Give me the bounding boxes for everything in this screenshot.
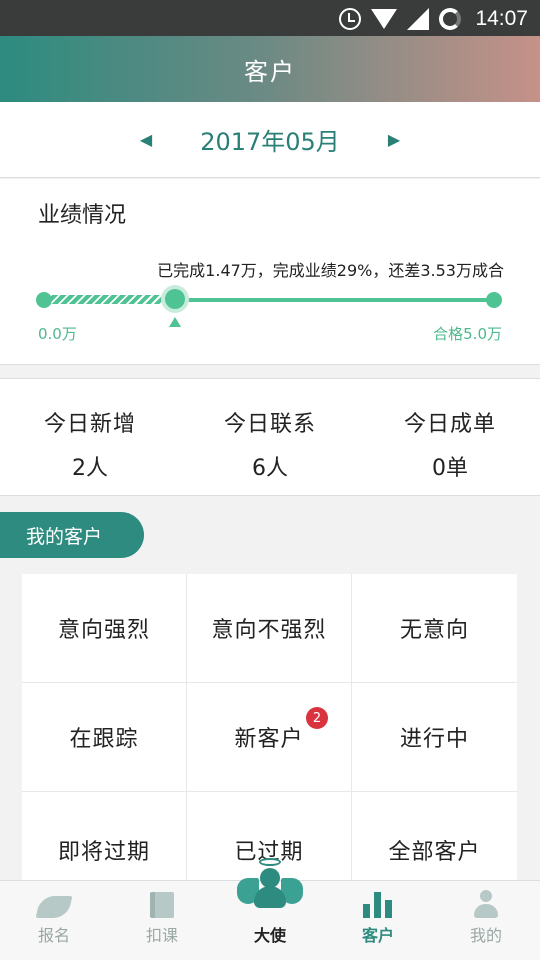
category-label: 在跟踪	[69, 727, 139, 752]
page-title: 客户	[244, 57, 296, 86]
customer-category-grid: 意向强烈 意向不强烈 无意向 在跟踪 新客户 2 进行中 即将过期 已过期 全部客…	[22, 574, 517, 880]
new-count-badge: 2	[306, 707, 328, 729]
category-tracking[interactable]: 在跟踪	[22, 683, 187, 792]
my-customers-label: 我的客户	[0, 512, 144, 558]
nav-label: 扣课	[145, 926, 178, 945]
nav-mine[interactable]: 我的	[432, 881, 540, 960]
nav-customers[interactable]: 客户	[324, 881, 432, 960]
stat-label: 今日成单	[403, 412, 496, 437]
category-weak-intent[interactable]: 意向不强烈	[187, 574, 352, 683]
category-expiring[interactable]: 即将过期	[22, 792, 187, 880]
category-no-intent[interactable]: 无意向	[352, 574, 517, 683]
category-label: 无意向	[399, 618, 469, 643]
book-icon	[150, 892, 174, 918]
feather-icon	[35, 896, 73, 918]
prev-month-button[interactable]: ◀	[116, 130, 176, 149]
nav-signup[interactable]: 报名	[0, 881, 108, 960]
today-contact[interactable]: 今日联系 6人	[180, 379, 360, 495]
nav-label: 报名	[37, 926, 70, 945]
status-time: 14:07	[475, 7, 528, 30]
bar-chart-icon	[363, 892, 393, 918]
performance-card: 业绩情况 已完成1.47万，完成业绩29%，还差3.53万成合 0.0万 合格5…	[0, 179, 540, 365]
category-in-progress[interactable]: 进行中	[352, 683, 517, 792]
stat-value: 6人	[252, 456, 288, 481]
progress-current-dot	[164, 289, 185, 309]
angel-icon[interactable]	[237, 858, 303, 914]
nav-label: 客户	[361, 926, 394, 945]
nav-label: 大使	[253, 926, 286, 945]
current-month[interactable]: 2017年05月	[200, 122, 340, 157]
nav-deduct[interactable]: 扣课	[108, 881, 216, 960]
category-new-customers[interactable]: 新客户 2	[187, 683, 352, 792]
category-label: 意向强烈	[57, 618, 150, 643]
stat-label: 今日新增	[43, 412, 136, 437]
stat-value: 0单	[432, 456, 468, 481]
category-label: 进行中	[399, 727, 469, 752]
month-selector: ◀ 2017年05月 ▶	[0, 102, 540, 178]
performance-summary: 已完成1.47万，完成业绩29%，还差3.53万成合	[157, 261, 504, 280]
category-strong-intent[interactable]: 意向强烈	[22, 574, 187, 683]
category-label: 意向不强烈	[211, 618, 327, 643]
signal-icon	[407, 8, 430, 30]
category-label: 即将过期	[57, 840, 150, 865]
category-all[interactable]: 全部客户	[352, 792, 517, 880]
wifi-icon	[371, 9, 398, 29]
sync-icon	[439, 8, 462, 30]
stat-label: 今日联系	[223, 412, 316, 437]
progress-max-label: 合格5.0万	[433, 325, 502, 343]
progress-min-label: 0.0万	[38, 325, 77, 343]
today-stats: 今日新增 2人 今日联系 6人 今日成单 0单	[0, 378, 540, 496]
progress-end-dot	[486, 292, 502, 308]
progress-marker-icon	[168, 317, 181, 327]
stat-value: 2人	[72, 456, 108, 481]
category-label: 新客户	[234, 727, 304, 752]
performance-title: 业绩情况	[38, 203, 127, 228]
category-label: 全部客户	[388, 840, 481, 865]
person-icon	[473, 890, 499, 918]
app-header: 客户	[0, 36, 540, 102]
next-month-button[interactable]: ▶	[364, 130, 424, 149]
nav-label: 我的	[469, 926, 502, 945]
status-bar: 14:07	[0, 0, 540, 36]
progress-start-dot	[36, 292, 52, 308]
today-deals[interactable]: 今日成单 0单	[360, 379, 540, 495]
today-new[interactable]: 今日新增 2人	[0, 379, 180, 495]
progress-fill	[44, 295, 175, 304]
alarm-icon	[339, 8, 362, 30]
